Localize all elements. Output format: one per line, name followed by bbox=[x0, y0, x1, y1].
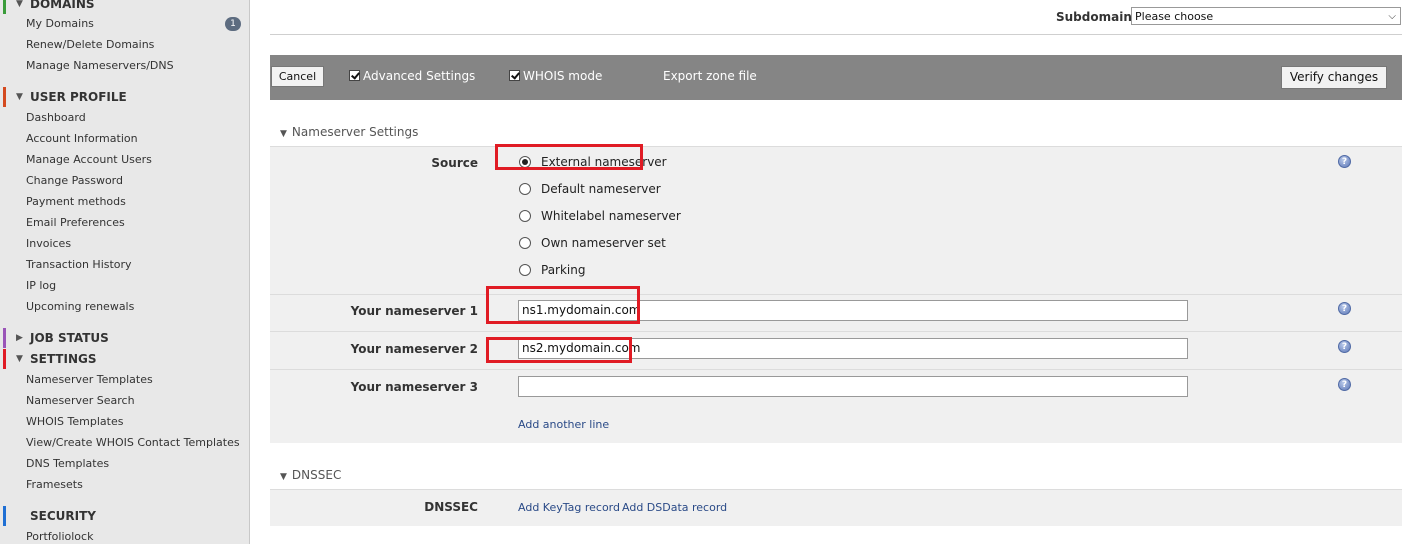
security-color-bar bbox=[3, 506, 6, 526]
sidebar-item-manage-nameservers[interactable]: Manage Nameservers/DNS bbox=[26, 59, 174, 73]
row-divider bbox=[270, 294, 1402, 295]
dnssec-panel: DNSSEC Add KeyTag record Add DSData reco… bbox=[270, 489, 1402, 526]
sidebar-item-email-preferences[interactable]: Email Preferences bbox=[26, 216, 125, 230]
radio-unselected-icon bbox=[519, 264, 531, 276]
chevron-down-icon: ▼ bbox=[280, 472, 287, 482]
chevron-down-icon: ⌵ bbox=[1388, 11, 1396, 22]
sidebar-item-whois-contact-templates[interactable]: View/Create WHOIS Contact Templates bbox=[26, 436, 240, 450]
row-divider bbox=[270, 331, 1402, 332]
add-dsdata-record-link[interactable]: Add DSData record bbox=[622, 501, 727, 514]
help-icon[interactable]: ? bbox=[1338, 340, 1351, 353]
sidebar-item-upcoming-renewals[interactable]: Upcoming renewals bbox=[26, 300, 134, 314]
chevron-down-icon: ▼ bbox=[280, 129, 287, 139]
verify-changes-button[interactable]: Verify changes bbox=[1281, 66, 1387, 89]
subdomains-selected-value: Please choose bbox=[1135, 10, 1214, 23]
sidebar-item-framesets[interactable]: Framesets bbox=[26, 478, 83, 492]
chevron-down-icon: ▼ bbox=[16, 92, 23, 102]
header-divider bbox=[270, 34, 1402, 35]
user-profile-color-bar bbox=[3, 87, 6, 107]
nameserver-3-label: Your nameserver 3 bbox=[350, 380, 478, 394]
my-domains-count-badge: 1 bbox=[225, 17, 241, 31]
action-toolbar: Cancel Advanced Settings WHOIS mode Expo… bbox=[270, 55, 1402, 100]
highlight-box bbox=[495, 144, 643, 170]
highlight-box bbox=[486, 286, 640, 324]
sidebar-item-whois-templates[interactable]: WHOIS Templates bbox=[26, 415, 123, 429]
add-another-line-link[interactable]: Add another line bbox=[518, 418, 609, 431]
checkbox-checked-icon bbox=[349, 70, 360, 81]
checkbox-checked-icon bbox=[509, 70, 520, 81]
sidebar-item-portfoliolock[interactable]: Portfoliolock bbox=[26, 530, 93, 544]
sidebar-header-domains[interactable]: ▼ DOMAINS bbox=[0, 0, 249, 14]
sidebar-item-dns-templates[interactable]: DNS Templates bbox=[26, 457, 109, 471]
radio-unselected-icon bbox=[519, 210, 531, 222]
chevron-down-icon: ▼ bbox=[16, 0, 23, 9]
advanced-settings-checkbox[interactable]: Advanced Settings bbox=[349, 69, 475, 83]
sidebar-item-account-information[interactable]: Account Information bbox=[26, 132, 138, 146]
help-icon[interactable]: ? bbox=[1338, 155, 1351, 168]
nameserver-settings-panel: Source External nameserver Default names… bbox=[270, 144, 1402, 443]
sidebar-item-my-domains[interactable]: My Domains bbox=[26, 17, 94, 31]
sidebar-item-nameserver-templates[interactable]: Nameserver Templates bbox=[26, 373, 153, 387]
sidebar-header-settings[interactable]: ▼ SETTINGS bbox=[0, 349, 249, 369]
export-zone-file-link[interactable]: Export zone file bbox=[663, 69, 757, 83]
sidebar-item-nameserver-search[interactable]: Nameserver Search bbox=[26, 394, 135, 408]
dnssec-label: DNSSEC bbox=[424, 500, 478, 514]
sidebar-item-ip-log[interactable]: IP log bbox=[26, 279, 56, 293]
highlight-box bbox=[486, 337, 632, 363]
sidebar-item-payment-methods[interactable]: Payment methods bbox=[26, 195, 126, 209]
help-icon[interactable]: ? bbox=[1338, 378, 1351, 391]
subdomains-select[interactable]: Please choose ⌵ bbox=[1131, 7, 1401, 25]
radio-unselected-icon bbox=[519, 183, 531, 195]
help-icon[interactable]: ? bbox=[1338, 302, 1351, 315]
row-divider bbox=[270, 369, 1402, 370]
sidebar-item-transaction-history[interactable]: Transaction History bbox=[26, 258, 132, 272]
chevron-down-icon: ▼ bbox=[16, 354, 23, 364]
main-content: Subdomains Please choose ⌵ Cancel Advanc… bbox=[250, 0, 1412, 544]
nameserver-settings-header[interactable]: ▼ Nameserver Settings bbox=[280, 125, 418, 139]
dnssec-section-header[interactable]: ▼ DNSSEC bbox=[280, 468, 341, 482]
job-status-color-bar bbox=[3, 328, 6, 348]
sidebar-item-renew-delete-domains[interactable]: Renew/Delete Domains bbox=[26, 38, 154, 52]
sidebar-item-invoices[interactable]: Invoices bbox=[26, 237, 71, 251]
chevron-right-icon: ▶ bbox=[16, 333, 23, 343]
nameserver-1-label: Your nameserver 1 bbox=[350, 304, 478, 318]
cancel-button[interactable]: Cancel bbox=[271, 66, 324, 87]
sidebar: ▼ DOMAINS My Domains 1 Renew/Delete Doma… bbox=[0, 0, 250, 544]
sidebar-header-user-profile[interactable]: ▼ USER PROFILE bbox=[0, 87, 249, 107]
add-keytag-record-link[interactable]: Add KeyTag record bbox=[518, 501, 620, 514]
sidebar-item-manage-account-users[interactable]: Manage Account Users bbox=[26, 153, 152, 167]
radio-unselected-icon bbox=[519, 237, 531, 249]
nameserver-2-label: Your nameserver 2 bbox=[350, 342, 478, 356]
whois-mode-checkbox[interactable]: WHOIS mode bbox=[509, 69, 602, 83]
sidebar-item-dashboard[interactable]: Dashboard bbox=[26, 111, 86, 125]
sidebar-header-job-status[interactable]: ▶ JOB STATUS bbox=[0, 328, 249, 348]
nameserver-3-input[interactable] bbox=[518, 376, 1188, 397]
source-label: Source bbox=[431, 156, 478, 170]
sidebar-item-change-password[interactable]: Change Password bbox=[26, 174, 123, 188]
subdomains-label: Subdomains bbox=[1056, 10, 1140, 24]
domains-color-bar bbox=[3, 0, 6, 14]
settings-color-bar bbox=[3, 349, 6, 369]
sidebar-header-security[interactable]: SECURITY bbox=[0, 506, 249, 526]
